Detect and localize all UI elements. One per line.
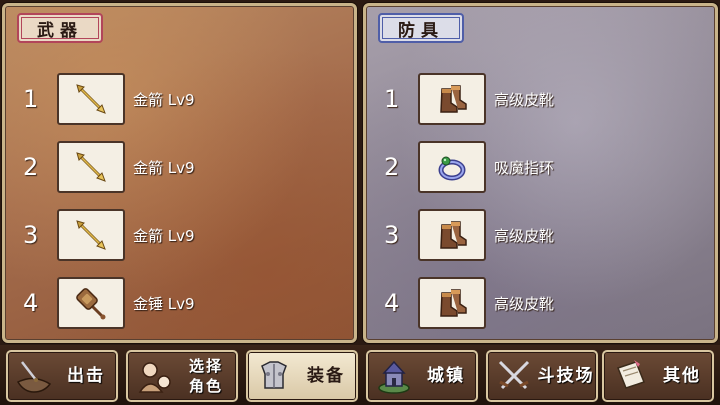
armor-slot[interactable] (418, 277, 486, 329)
weapon-slot[interactable] (57, 141, 125, 193)
armor-name: 高级皮靴 (494, 294, 555, 313)
armor-slot-number: 1 (384, 85, 400, 113)
weapon-slot-number: 3 (23, 221, 39, 249)
equipment-label: 装备 (307, 366, 345, 386)
equipment-button[interactable]: 装备 (246, 350, 358, 402)
weapon-row-1[interactable]: 1 金箭 Lv9 (23, 71, 195, 127)
other-label: 其他 (663, 366, 701, 386)
town-label: 城镇 (427, 366, 465, 386)
sortie-button[interactable]: 出击 (6, 350, 118, 402)
armor-slot[interactable] (418, 209, 486, 261)
armor-row-4[interactable]: 4 高级皮靴 (384, 275, 554, 331)
select-character-button[interactable]: 选择 角色 (126, 350, 238, 402)
armor-slot[interactable] (418, 73, 486, 125)
sortie-label: 出击 (67, 366, 105, 386)
weapon-slot-number: 2 (23, 153, 39, 181)
weapon-slot-number: 1 (23, 85, 39, 113)
boots-icon (440, 221, 467, 249)
town-button[interactable]: 城镇 (366, 350, 478, 402)
arrow-icon (76, 84, 106, 114)
weapons-tab-label: 武器 (37, 20, 83, 41)
boots-icon (440, 289, 467, 317)
weapon-row-3[interactable]: 3 金箭 Lv9 (23, 207, 195, 263)
armor-panel: 防具 1 高级皮靴 2 吸魔指环 3 高级皮靴 4 高级皮靴 (363, 3, 718, 343)
weapon-slot[interactable] (57, 277, 125, 329)
weapon-name: 金箭 Lv9 (133, 90, 195, 109)
scroll-icon (608, 354, 652, 398)
weapon-row-4[interactable]: 4 金锤 Lv9 (23, 275, 195, 331)
hammer-icon (76, 288, 106, 320)
weapon-name: 金箭 Lv9 (133, 226, 195, 245)
arena-button[interactable]: 斗技场 (486, 350, 598, 402)
armor-slot-number: 2 (384, 153, 400, 181)
armor-tab-label: 防具 (398, 20, 444, 41)
town-icon (372, 354, 416, 398)
armor-name: 高级皮靴 (494, 90, 555, 109)
weapon-slot[interactable] (57, 73, 125, 125)
armor-row-3[interactable]: 3 高级皮靴 (384, 207, 554, 263)
armor-name: 高级皮靴 (494, 226, 555, 245)
arrow-icon (76, 220, 106, 250)
armor-slot[interactable] (418, 141, 486, 193)
armor-name: 吸魔指环 (494, 158, 555, 177)
weapon-row-2[interactable]: 2 金箭 Lv9 (23, 139, 195, 195)
armor-slot-number: 4 (384, 289, 400, 317)
arrow-icon (76, 152, 106, 182)
armor-chestplate-icon (252, 354, 296, 398)
select-character-label-line2: 角色 (188, 377, 223, 395)
weapon-slot[interactable] (57, 209, 125, 261)
armor-tab[interactable]: 防具 (378, 13, 464, 43)
armor-row-1[interactable]: 1 高级皮靴 (384, 71, 554, 127)
crossed-swords-icon (492, 354, 536, 398)
weapon-name: 金箭 Lv9 (133, 158, 195, 177)
character-icon (132, 354, 176, 398)
weapons-panel: 武器 1 金箭 Lv9 2 金箭 Lv9 3 金箭 Lv9 4 金锤 Lv9 (2, 3, 357, 343)
arena-label: 斗技场 (537, 366, 595, 386)
select-character-label: 选择 角色 (176, 356, 236, 396)
weapon-slot-number: 4 (23, 289, 39, 317)
ring-icon (438, 156, 466, 181)
other-button[interactable]: 其他 (602, 350, 714, 402)
weapons-tab[interactable]: 武器 (17, 13, 103, 43)
armor-slot-number: 3 (384, 221, 400, 249)
weapon-name: 金锤 Lv9 (133, 294, 195, 313)
select-character-label-line1: 选择 (188, 357, 223, 375)
armor-row-2[interactable]: 2 吸魔指环 (384, 139, 554, 195)
boots-icon (440, 85, 467, 113)
sortie-icon (12, 354, 56, 398)
